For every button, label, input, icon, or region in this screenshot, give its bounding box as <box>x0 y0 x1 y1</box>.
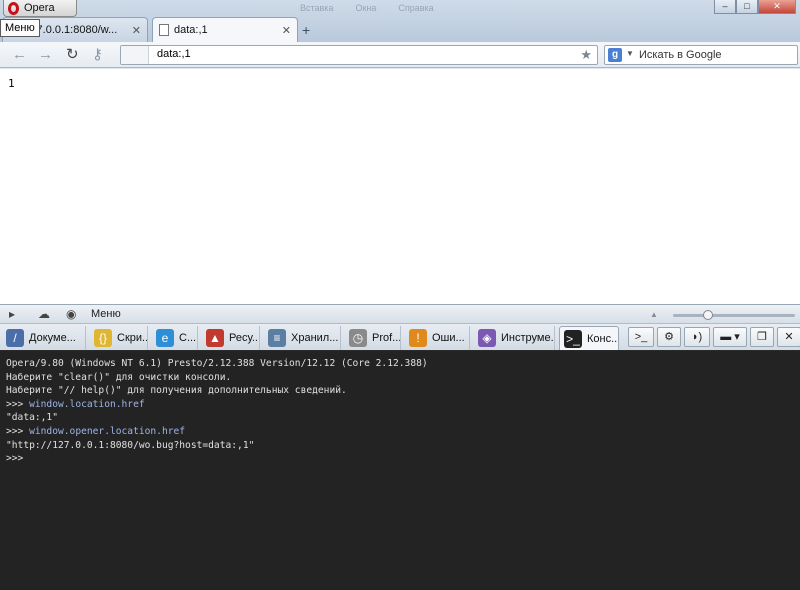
minimize-button[interactable]: – <box>714 0 736 14</box>
cloud-icon[interactable]: ☁ <box>38 308 50 321</box>
slider-handle[interactable] <box>703 310 713 320</box>
devtools-tab-label: Инструме... <box>501 332 555 344</box>
devtools-tab[interactable]: >_ Конс... <box>559 326 619 350</box>
title-bar: Opera Вставка Окна Справка – □ ✕ p://127… <box>0 0 800 42</box>
back-arrow-icon[interactable]: ← <box>12 46 27 64</box>
star-icon[interactable]: ★ <box>580 47 592 63</box>
devtools-tab-icon: ◷ <box>349 329 367 347</box>
undock-icon[interactable]: ❐ <box>750 327 774 347</box>
search-field[interactable]: g ▼ Искать в Google <box>604 45 798 65</box>
close-tab-icon[interactable]: ✕ <box>132 24 141 37</box>
console-line: Наберите "clear()" для очистки консоли. <box>6 371 232 383</box>
ghost-menu: Вставка Окна Справка <box>300 3 434 13</box>
reload-icon[interactable]: ↻ <box>66 46 79 64</box>
console-prompt: >>> <box>6 425 30 437</box>
devtools-tab-icon: >_ <box>564 329 582 348</box>
devtools-tabs: / Докуме... {} Скри... e С... ▲ Ресу... ≡ Хранил.… <box>0 324 800 351</box>
devtools-tab-label: Хранил... <box>291 332 339 344</box>
menu-tooltip: Меню <box>0 19 40 37</box>
key-icon[interactable]: ⚷ <box>92 46 103 64</box>
devtools-header: ▸ ☁ ◉ Меню ▲ <box>0 304 800 324</box>
devtools-tab-label: Скри... <box>117 332 148 344</box>
forward-arrow-icon[interactable]: → <box>38 46 53 64</box>
dock-icon[interactable]: ▸ <box>9 308 15 321</box>
close-window-button[interactable]: ✕ <box>758 0 796 14</box>
zoom-slider[interactable] <box>673 310 795 320</box>
devtools-tab-label: С... <box>179 332 197 344</box>
devtools-menu[interactable]: Меню <box>91 308 121 320</box>
console-line: >>> window.opener.location.href <box>6 425 800 439</box>
site-info-badge[interactable] <box>121 46 149 64</box>
console-prompt: >>> <box>6 453 24 465</box>
devtools-tab-label: Докуме... <box>29 332 76 344</box>
devtools-tab-label: Ресу... <box>229 332 260 344</box>
console-command: window.location.href <box>29 398 145 410</box>
devtools-tab[interactable]: ◈ Инструме... <box>474 326 555 350</box>
devtools-tab[interactable]: e С... <box>152 326 198 350</box>
devtools-tab-label: Prof... <box>372 332 401 344</box>
chevron-up-icon[interactable]: ▲ <box>650 310 658 319</box>
devtools-tab[interactable]: / Докуме... <box>2 326 86 350</box>
ghost-menu-item: Справка <box>398 3 434 13</box>
navigation-bar: ← → ↻ ⚷ data:,1 ★ g ▼ Искать в Google <box>0 42 800 68</box>
google-icon[interactable]: g <box>608 48 622 62</box>
speech-icon[interactable]: ◗) <box>684 327 710 347</box>
page-content: 1 <box>8 77 15 90</box>
devtools-tab[interactable]: ▲ Ресу... <box>202 326 260 350</box>
opera-logo-icon <box>8 1 19 15</box>
page-icon <box>159 24 169 36</box>
devtools-tab[interactable]: ! Оши... <box>405 326 470 350</box>
console-output[interactable]: Opera/9.80 (Windows NT 6.1) Presto/2.12.… <box>0 351 800 590</box>
console-toggle-button[interactable]: >_ <box>628 327 654 347</box>
page-viewport[interactable]: 1 <box>0 69 800 304</box>
window-controls: – □ ✕ <box>714 0 796 14</box>
console-line: "http://127.0.0.1:8080/wo.bug?host=data:… <box>6 439 255 451</box>
devtools-tab-icon: ≡ <box>268 329 286 347</box>
devtools-tab[interactable]: {} Скри... <box>90 326 148 350</box>
devtools-tab-icon: ◈ <box>478 329 496 347</box>
devtools-tab-label: Конс... <box>587 332 619 345</box>
close-tab-icon[interactable]: ✕ <box>282 24 291 37</box>
address-text: data:,1 <box>157 48 191 60</box>
console-line: >>> window.location.href <box>6 398 800 412</box>
search-placeholder: Искать в Google <box>639 49 722 61</box>
new-tab-button[interactable]: + <box>302 22 310 38</box>
console-line: "data:,1" <box>6 412 58 424</box>
close-devtools-button[interactable]: ✕ <box>777 327 800 347</box>
opera-button-label: Opera <box>24 2 55 14</box>
console-command: window.opener.location.href <box>29 425 186 437</box>
settings-gear-icon[interactable]: ⚙ <box>657 327 681 347</box>
devtools-tab-label: Оши... <box>432 332 465 344</box>
address-bar[interactable]: data:,1 ★ <box>120 45 598 65</box>
devtools-tab[interactable]: ≡ Хранил... <box>264 326 341 350</box>
devtools-toolbar: >_ ⚙ ◗) ▬ ▾ ❐ ✕ <box>628 327 800 347</box>
devtools-tab-icon: ▲ <box>206 329 224 347</box>
tab-data[interactable]: data:,1 ✕ <box>152 17 298 42</box>
ghost-menu-item: Вставка <box>300 3 334 13</box>
devtools-tab[interactable]: ◷ Prof... <box>345 326 401 350</box>
camera-icon[interactable]: ◉ <box>66 308 76 321</box>
devtools-tab-icon: / <box>6 329 24 347</box>
tab-title: data:,1 <box>174 24 208 36</box>
console-line: Opera/9.80 (Windows NT 6.1) Presto/2.12.… <box>6 358 428 369</box>
console-line: >>> <box>6 452 800 466</box>
opera-menu-button[interactable]: Opera <box>3 0 77 17</box>
devtools-tab-icon: ! <box>409 329 427 347</box>
console-line: Наберите "// help()" для получения допол… <box>6 385 347 397</box>
devtools-tab-icon: e <box>156 329 174 347</box>
console-prompt: >>> <box>6 398 30 410</box>
chevron-down-icon[interactable]: ▼ <box>626 49 634 58</box>
docking-menu-button[interactable]: ▬ ▾ <box>713 327 747 347</box>
maximize-button[interactable]: □ <box>736 0 758 14</box>
ghost-menu-item: Окна <box>355 3 377 13</box>
devtools-tab-icon: {} <box>94 329 112 347</box>
